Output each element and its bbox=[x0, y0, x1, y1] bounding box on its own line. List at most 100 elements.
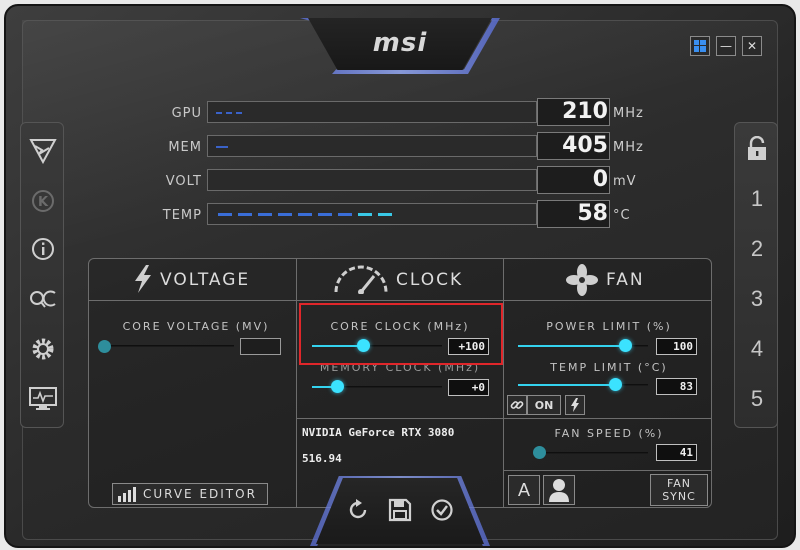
temp-limit-slider-knob[interactable] bbox=[609, 378, 622, 391]
volt-bar bbox=[207, 169, 537, 191]
highlight-core-clock bbox=[299, 303, 503, 365]
power-limit-label: POWER LIMIT (%) bbox=[546, 320, 672, 333]
driver-version: 516.94 bbox=[302, 452, 342, 465]
link-on-toggle[interactable]: ON bbox=[527, 395, 561, 415]
divider-fanmode bbox=[503, 470, 712, 471]
gpu-bar bbox=[207, 101, 537, 123]
fan-speed-slider-knob[interactable] bbox=[533, 446, 546, 459]
fan-sync-button[interactable]: FAN SYNC bbox=[650, 474, 708, 506]
save-icon bbox=[388, 498, 412, 522]
profile-lock-button[interactable] bbox=[735, 127, 779, 171]
minimize-button[interactable]: — bbox=[716, 36, 736, 56]
svg-text:K: K bbox=[38, 195, 49, 210]
fan-auto-button[interactable]: A bbox=[508, 475, 540, 505]
core-voltage-slider-knob[interactable] bbox=[98, 340, 111, 353]
oc-scanner-icon bbox=[29, 139, 57, 164]
gpu-name: NVIDIA GeForce RTX 3080 bbox=[302, 426, 455, 439]
fan-user-button[interactable] bbox=[543, 475, 575, 505]
oc-scanner-button[interactable] bbox=[21, 129, 65, 173]
user-icon bbox=[549, 479, 569, 502]
profile-3-button[interactable]: 3 bbox=[735, 277, 779, 321]
temp-bar-fill-tip bbox=[358, 213, 398, 216]
temp-unit: °C bbox=[613, 208, 631, 223]
fan-speed-slider-track[interactable] bbox=[540, 452, 648, 454]
close-button[interactable]: ✕ bbox=[742, 36, 762, 56]
chain-link-icon bbox=[510, 401, 524, 409]
kombustor-icon: K bbox=[32, 190, 54, 212]
mem-bar bbox=[207, 135, 537, 157]
power-limit-slider-knob[interactable] bbox=[619, 339, 632, 352]
clock-gauge-icon bbox=[334, 265, 388, 294]
voltage-bolt-icon bbox=[135, 265, 151, 293]
link-toggle-button[interactable] bbox=[507, 395, 527, 415]
save-button[interactable] bbox=[386, 496, 414, 524]
checkmark-circle-icon bbox=[431, 499, 453, 521]
settings-button[interactable] bbox=[21, 327, 65, 371]
voltage-link-button[interactable] bbox=[565, 395, 585, 415]
gpu-value: 210 bbox=[562, 99, 608, 124]
bolt-icon bbox=[571, 398, 579, 412]
fan-sync-label-1: FAN bbox=[666, 477, 692, 490]
monitor-icon bbox=[29, 387, 57, 410]
right-sidebar: 1 2 3 4 5 bbox=[734, 122, 778, 428]
msi-logo: msi bbox=[372, 28, 428, 58]
profile-4-button[interactable]: 4 bbox=[735, 327, 779, 371]
temp-bar bbox=[207, 203, 537, 225]
reset-button[interactable] bbox=[344, 496, 372, 524]
temp-value: 58 bbox=[577, 201, 608, 226]
fan-icon bbox=[566, 264, 598, 296]
divider-fanspeed bbox=[503, 418, 712, 419]
curve-chart-icon bbox=[118, 487, 136, 502]
divider-header bbox=[88, 300, 712, 301]
curve-editor-label: CURVE EDITOR bbox=[143, 487, 257, 501]
temp-limit-label: TEMP LIMIT (°C) bbox=[550, 361, 668, 374]
fan-speed-input[interactable]: 41 bbox=[656, 444, 697, 461]
oc-icon bbox=[30, 290, 56, 308]
voltage-title: VOLTAGE bbox=[160, 270, 251, 290]
reset-icon bbox=[349, 499, 367, 519]
apply-button[interactable] bbox=[428, 496, 456, 524]
volt-value: 0 bbox=[592, 167, 608, 192]
temp-limit-input[interactable]: 83 bbox=[656, 378, 697, 395]
volt-unit: mV bbox=[613, 174, 637, 189]
fan-sync-label-2: SYNC bbox=[662, 490, 696, 503]
mem-value: 405 bbox=[562, 133, 608, 158]
curve-editor-button[interactable]: CURVE EDITOR bbox=[112, 483, 268, 505]
power-limit-slider-fill bbox=[518, 345, 626, 347]
fan-title: FAN bbox=[606, 270, 645, 290]
core-voltage-slider-track[interactable] bbox=[104, 345, 234, 347]
fan-speed-label: FAN SPEED (%) bbox=[554, 427, 664, 440]
hardware-monitor-button[interactable] bbox=[21, 377, 65, 421]
clock-title: CLOCK bbox=[396, 270, 464, 290]
settings-gear-icon bbox=[32, 338, 54, 360]
temp-limit-slider-fill bbox=[518, 384, 616, 386]
minimize-icon: — bbox=[720, 39, 732, 53]
temp-label: TEMP bbox=[162, 208, 202, 223]
left-sidebar: K bbox=[20, 122, 64, 428]
power-limit-input[interactable]: 100 bbox=[656, 338, 697, 355]
kombustor-button[interactable]: K bbox=[21, 179, 65, 223]
lock-open-icon bbox=[748, 136, 766, 160]
close-icon: ✕ bbox=[746, 39, 758, 53]
mem-unit: MHz bbox=[613, 140, 644, 155]
profile-1-button[interactable]: 1 bbox=[735, 177, 779, 221]
info-icon bbox=[32, 238, 54, 260]
volt-label: VOLT bbox=[165, 174, 202, 189]
gpu-unit: MHz bbox=[613, 106, 644, 121]
memory-clock-input[interactable]: +0 bbox=[448, 379, 489, 396]
windows-logo-icon bbox=[694, 40, 706, 52]
core-voltage-input[interactable] bbox=[240, 338, 281, 355]
gpu-bar-fill bbox=[216, 112, 242, 114]
mem-label: MEM bbox=[168, 140, 202, 155]
memory-clock-slider-knob[interactable] bbox=[331, 380, 344, 393]
profile-5-button[interactable]: 5 bbox=[735, 377, 779, 421]
core-voltage-label: CORE VOLTAGE (MV) bbox=[122, 320, 270, 333]
gpu-label: GPU bbox=[171, 106, 202, 121]
divider-gpuinfo bbox=[296, 418, 503, 419]
info-button[interactable] bbox=[21, 227, 65, 271]
oc-button[interactable] bbox=[21, 277, 65, 321]
profile-2-button[interactable]: 2 bbox=[735, 227, 779, 271]
mem-bar-fill bbox=[216, 146, 228, 148]
divider-voltage-clock bbox=[296, 258, 297, 508]
windows-start-button[interactable] bbox=[690, 36, 710, 56]
